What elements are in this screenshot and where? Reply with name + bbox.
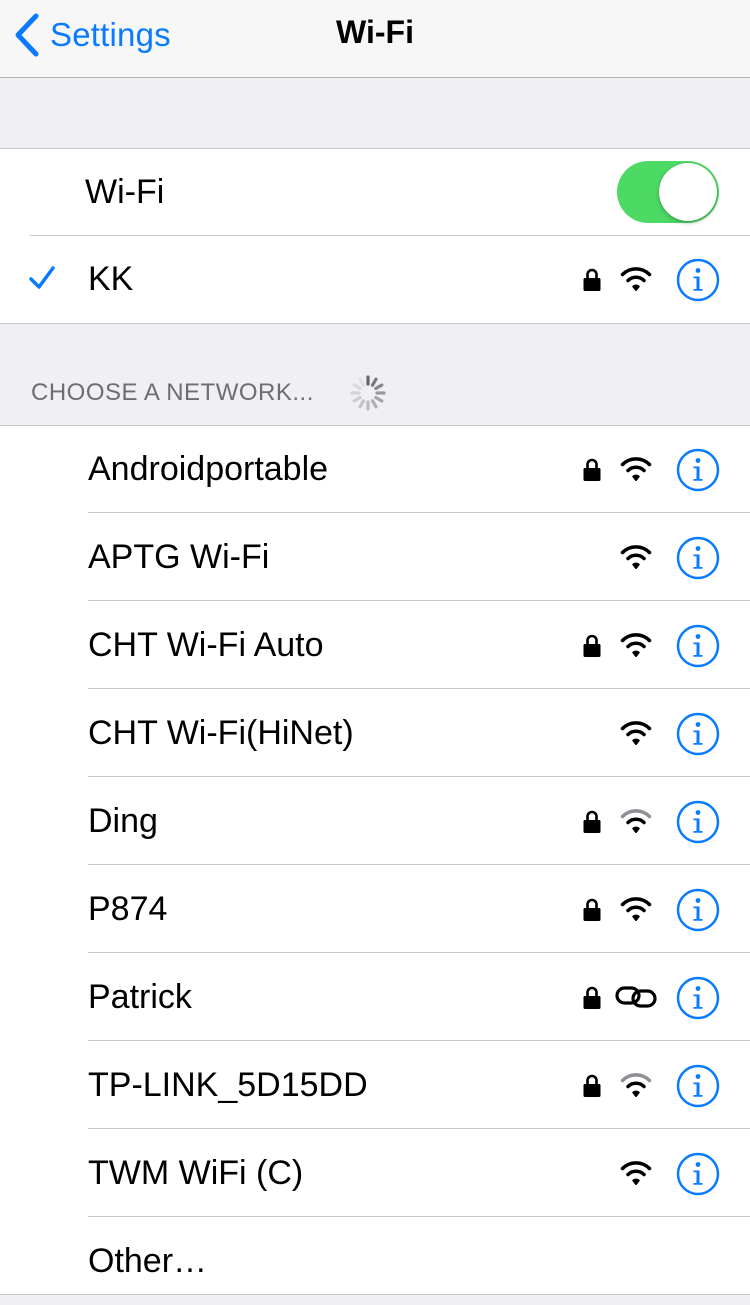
wifi-full-icon [620, 897, 652, 921]
wifi-toggle-row: Wi-Fi [0, 149, 750, 236]
wifi-full-icon [620, 267, 652, 291]
network-row[interactable]: APTG Wi-Fi [0, 514, 750, 601]
lock-icon [583, 458, 601, 481]
info-icon[interactable] [676, 1152, 720, 1196]
choose-network-header: CHOOSE A NETWORK... [31, 379, 314, 406]
loading-spinner-icon [350, 375, 386, 411]
network-name: CHT Wi-Fi(HiNet) [88, 714, 354, 752]
wifi-weak-icon [620, 809, 652, 833]
info-icon[interactable] [676, 448, 720, 492]
network-list: Androidportable APTG Wi-Fi CHT Wi-Fi Aut… [0, 425, 750, 1295]
network-name: P874 [88, 890, 168, 928]
wifi-toggle-label: Wi-Fi [85, 173, 165, 211]
row-separator [88, 600, 750, 601]
lock-icon [583, 986, 601, 1009]
lock-icon [583, 268, 601, 291]
wifi-full-icon [620, 457, 652, 481]
info-icon[interactable] [676, 258, 720, 302]
wifi-weak-icon [620, 1073, 652, 1097]
network-row[interactable]: Ding [0, 778, 750, 865]
network-name: TP-LINK_5D15DD [88, 1066, 368, 1104]
connected-network-name: KK [88, 260, 134, 298]
row-separator [88, 688, 750, 689]
network-name: Patrick [88, 978, 192, 1016]
network-name: Androidportable [88, 450, 329, 488]
network-name: CHT Wi-Fi Auto [88, 626, 324, 664]
wifi-full-icon [620, 545, 652, 569]
info-icon[interactable] [676, 888, 720, 932]
wifi-status-group: Wi-Fi KK [0, 148, 750, 324]
toggle-knob [659, 163, 717, 221]
network-row[interactable]: CHT Wi-Fi(HiNet) [0, 690, 750, 777]
connected-network-row[interactable]: KK [0, 236, 750, 323]
info-icon[interactable] [676, 624, 720, 668]
row-separator [88, 776, 750, 777]
row-separator [88, 1216, 750, 1217]
network-row[interactable]: Patrick [0, 954, 750, 1041]
row-separator [88, 952, 750, 953]
network-row[interactable]: Androidportable [0, 426, 750, 513]
network-name: Ding [88, 802, 158, 840]
network-row[interactable]: TWM WiFi (C) [0, 1130, 750, 1217]
wifi-toggle-switch[interactable] [617, 161, 719, 223]
network-name: APTG Wi-Fi [88, 538, 270, 576]
navigation-bar: Settings Wi-Fi [0, 0, 750, 78]
network-row[interactable]: P874 [0, 866, 750, 953]
lock-icon [583, 898, 601, 921]
row-separator [88, 1128, 750, 1129]
network-row[interactable]: CHT Wi-Fi Auto [0, 602, 750, 689]
page-title: Wi-Fi [336, 14, 414, 50]
wifi-full-icon [620, 633, 652, 657]
wifi-full-icon [620, 1161, 652, 1185]
other-network-label: Other… [88, 1242, 208, 1280]
checkmark-icon [29, 266, 55, 289]
network-row[interactable]: TP-LINK_5D15DD [0, 1042, 750, 1129]
row-separator [88, 864, 750, 865]
network-name: TWM WiFi (C) [88, 1154, 304, 1192]
personal-hotspot-link-icon [615, 986, 657, 1008]
info-icon[interactable] [676, 800, 720, 844]
wifi-full-icon [620, 721, 652, 745]
info-icon[interactable] [676, 1064, 720, 1108]
lock-icon [583, 634, 601, 657]
lock-icon [583, 810, 601, 833]
other-network-row[interactable]: Other… [0, 1218, 750, 1305]
info-icon[interactable] [676, 976, 720, 1020]
info-icon[interactable] [676, 712, 720, 756]
row-separator [88, 1040, 750, 1041]
row-separator [88, 512, 750, 513]
lock-icon [583, 1074, 601, 1097]
info-icon[interactable] [676, 536, 720, 580]
